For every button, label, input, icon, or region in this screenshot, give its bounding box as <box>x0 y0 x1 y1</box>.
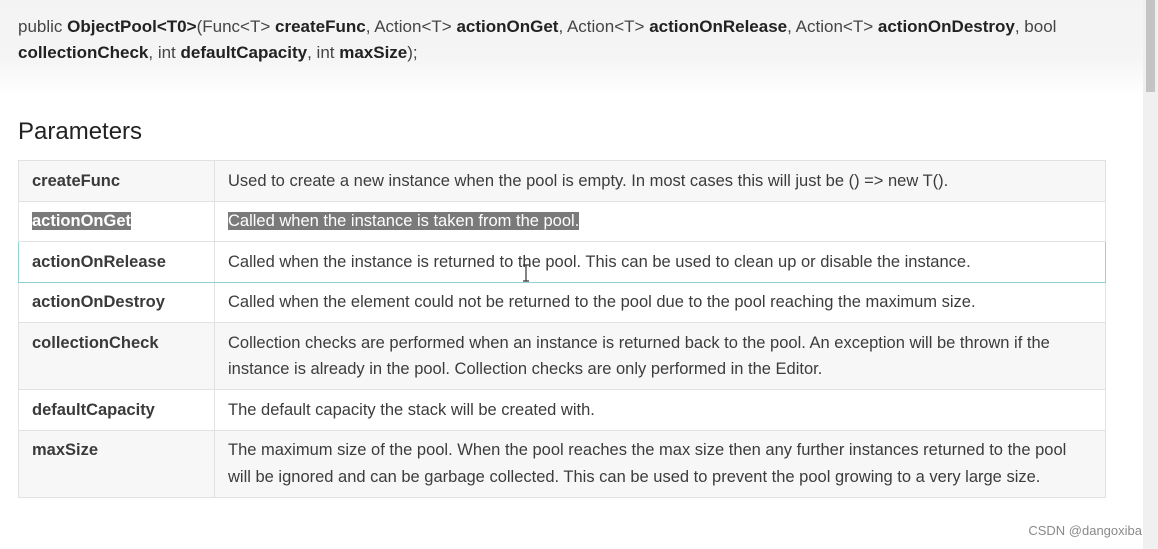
sig-param-createfunc: createFunc <box>275 17 366 36</box>
param-name: maxSize <box>18 429 215 498</box>
sig-param-actionondestroy: actionOnDestroy <box>877 17 1015 36</box>
param-name: actionOnRelease <box>18 241 215 283</box>
table-row-hovered: actionOnRelease Called when the instance… <box>18 241 1106 283</box>
sig-type: , int <box>307 43 340 62</box>
param-name: defaultCapacity <box>18 389 215 431</box>
table-row: actionOnDestroy Called when the element … <box>18 281 1106 323</box>
sig-param-actiononget: actionOnGet <box>456 17 559 36</box>
param-description: The default capacity the stack will be c… <box>214 389 1106 431</box>
selected-text[interactable]: actionOnGet <box>32 212 132 230</box>
selected-text[interactable]: Called when the instance is taken from t… <box>228 212 580 230</box>
param-name-cell: actionOnGet <box>18 200 215 242</box>
table-row: actionOnGet Called when the instance is … <box>18 200 1106 242</box>
sig-keyword: public <box>18 17 68 36</box>
table-row: maxSize The maximum size of the pool. Wh… <box>18 429 1106 498</box>
sig-param-actiononrelease: actionOnRelease <box>649 17 788 36</box>
param-description: Collection checks are performed when an … <box>214 322 1106 390</box>
section-title: Parameters <box>18 118 143 145</box>
sig-type: , Action<T> <box>558 17 650 36</box>
vertical-scrollbar[interactable] <box>1143 0 1158 549</box>
sig-type: , int <box>148 43 181 62</box>
sig-type: , bool <box>1014 17 1057 36</box>
param-description-cell: Called when the instance is taken from t… <box>214 200 1106 242</box>
table-row: collectionCheck Collection checks are pe… <box>18 322 1106 390</box>
param-description: Called when the instance is returned to … <box>214 241 1106 283</box>
sig-type: , Action<T> <box>365 17 457 36</box>
param-description: The maximum size of the pool. When the p… <box>214 429 1106 498</box>
method-signature: public ObjectPool<T0>(Func<T> createFunc… <box>18 14 1128 66</box>
sig-type: (Func<T> <box>196 17 275 36</box>
parameters-table: createFunc Used to create a new instance… <box>18 160 1106 498</box>
text-cursor-icon <box>523 264 529 282</box>
table-row: createFunc Used to create a new instance… <box>18 160 1106 202</box>
sig-param-defaultcapacity: defaultCapacity <box>180 43 308 62</box>
doc-page: public ObjectPool<T0>(Func<T> createFunc… <box>0 0 1158 549</box>
sig-class-name: ObjectPool<T0> <box>67 17 197 36</box>
param-description: Called when the element could not be ret… <box>214 281 1106 323</box>
param-description: Used to create a new instance when the p… <box>214 160 1106 202</box>
method-signature-block: public ObjectPool<T0>(Func<T> createFunc… <box>0 0 1143 96</box>
param-name: createFunc <box>18 160 215 202</box>
param-name: collectionCheck <box>18 322 215 390</box>
sig-param-maxsize: maxSize <box>339 43 408 62</box>
param-name: actionOnDestroy <box>18 281 215 323</box>
sig-type: , Action<T> <box>787 17 878 36</box>
sig-close: ); <box>407 43 418 62</box>
sig-param-collectioncheck: collectionCheck <box>18 43 149 62</box>
watermark: CSDN @dangoxiba <box>1028 523 1142 538</box>
scrollbar-thumb[interactable] <box>1146 0 1155 92</box>
table-row: defaultCapacity The default capacity the… <box>18 389 1106 431</box>
